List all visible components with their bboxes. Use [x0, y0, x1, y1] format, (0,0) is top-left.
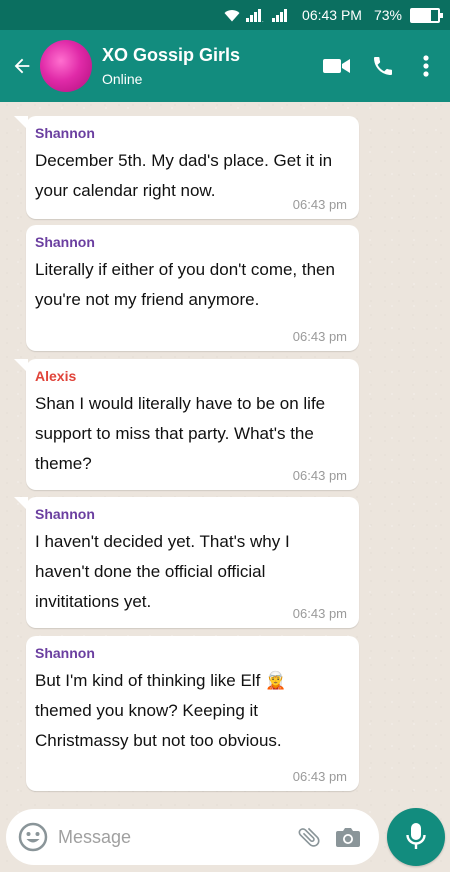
back-arrow-icon — [14, 58, 30, 74]
message-time: 06:43 pm — [292, 197, 347, 212]
status-bar: . 06:43 PM 73% — [0, 0, 450, 30]
group-avatar[interactable] — [40, 40, 92, 92]
message-sender: Shannon — [35, 506, 95, 522]
chat-status: Online — [102, 71, 143, 87]
chat-title-area[interactable]: XO Gossip Girls Online — [102, 44, 314, 88]
phone-call-icon — [374, 57, 392, 75]
chat-title: XO Gossip Girls — [102, 45, 241, 65]
message-text: But I'm kind of thinking like Elf 🧝 them… — [35, 671, 287, 750]
camera-button[interactable] — [329, 809, 367, 865]
battery-percent: 73% — [373, 7, 402, 23]
message-bubble[interactable]: Shannon But I'm kind of thinking like El… — [26, 636, 359, 791]
camera-icon — [335, 828, 360, 847]
microphone-icon — [406, 823, 426, 849]
more-options-button[interactable] — [406, 30, 446, 102]
signal-icon: . — [246, 9, 264, 22]
message-time: 06:43 pm — [292, 329, 347, 344]
svg-text:.: . — [262, 18, 264, 22]
video-call-button[interactable] — [314, 30, 360, 102]
video-call-icon — [323, 59, 350, 73]
emoji-button[interactable] — [8, 809, 58, 865]
message-text: Literally if either of you don't come, t… — [35, 260, 335, 309]
message-bubble[interactable]: Shannon Literally if either of you don't… — [26, 225, 359, 351]
attach-button[interactable] — [290, 809, 328, 865]
message-time: 06:43 pm — [292, 468, 347, 483]
voice-message-button[interactable] — [387, 808, 445, 866]
voice-call-button[interactable] — [360, 30, 406, 102]
battery-fill — [412, 9, 431, 21]
signal-icon — [272, 9, 288, 22]
battery-icon — [410, 7, 443, 23]
message-input[interactable] — [58, 817, 291, 857]
message-text: Shan I would literally have to be on lif… — [35, 394, 326, 473]
emoji-icon — [18, 822, 48, 852]
message-bubble[interactable]: Alexis Shan I would literally have to be… — [14, 359, 359, 490]
paperclip-icon — [298, 827, 320, 847]
back-button[interactable] — [4, 30, 40, 102]
message-sender: Alexis — [35, 368, 77, 384]
message-bubble[interactable]: Shannon December 5th. My dad's place. Ge… — [14, 116, 359, 219]
message-sender: Shannon — [35, 645, 95, 661]
wifi-icon — [224, 9, 240, 21]
message-time: 06:43 pm — [292, 769, 347, 784]
message-bubble[interactable]: Shannon I haven't decided yet. That's wh… — [14, 497, 359, 628]
status-time: 06:43 PM — [302, 7, 362, 23]
message-time: 06:43 pm — [292, 606, 347, 621]
message-composer — [6, 809, 379, 865]
message-sender: Shannon — [35, 234, 95, 250]
chat-header: XO Gossip Girls Online — [0, 30, 450, 102]
message-sender: Shannon — [35, 125, 95, 141]
more-vert-icon — [423, 55, 429, 77]
message-text: I haven't decided yet. That's why I have… — [35, 532, 290, 611]
